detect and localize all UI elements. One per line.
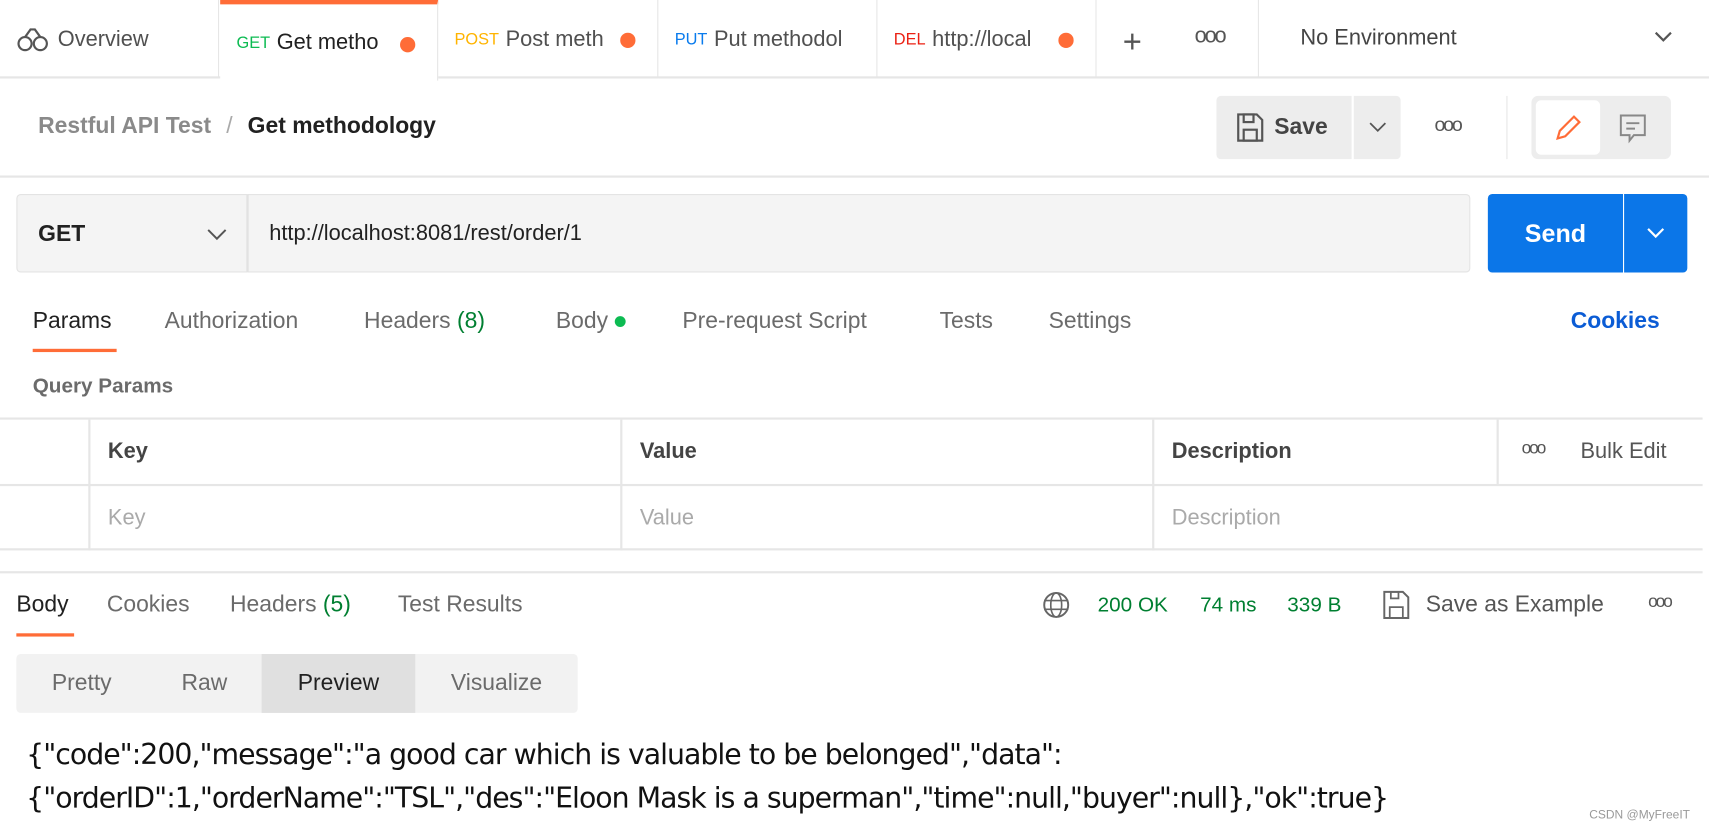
key-input[interactable]: Key [90,486,620,550]
response-time[interactable]: 74 ms [1200,594,1256,618]
response-headers-count: (5) [322,591,351,617]
tab-headers-label: Headers [364,308,451,334]
breadcrumb-collection[interactable]: Restful API Test [38,113,211,138]
page-title[interactable]: Get methodology [248,113,436,138]
save-label: Save [1274,114,1328,140]
send-options-button[interactable] [1624,194,1688,273]
chevron-down-icon [1654,31,1672,42]
chevron-down-icon [1647,228,1665,239]
response-status[interactable]: 200 OK [1098,594,1168,618]
tab-overview[interactable]: Overview [0,0,220,79]
response-tab-test-results[interactable]: Test Results [398,592,523,618]
tab-post-method[interactable]: POST Post meth [438,0,659,79]
watermark: CSDN @MyFreeIT [1589,808,1690,822]
save-as-example-button[interactable]: Save as Example [1382,590,1604,621]
environment-select[interactable]: No Environment [1259,0,1709,78]
tab-label: http://local [932,26,1032,51]
divider [1506,95,1508,160]
breadcrumb-separator: / [226,113,233,139]
unsaved-dot [620,32,636,48]
environment-label: No Environment [1300,26,1457,51]
column-header-value: Value [639,439,697,464]
body-indicator-dot [614,316,626,328]
url-value: http://localhost:8081/rest/order/1 [269,221,582,246]
tab-label: Get metho [276,29,379,54]
response-tab-body[interactable]: Body [16,592,68,618]
new-tab-plus-icon[interactable]: + [1123,24,1142,61]
tab-delete[interactable]: DEL http://local [877,0,1097,79]
column-options-icon[interactable]: ooo [1522,439,1547,459]
tab-settings[interactable]: Settings [1049,308,1132,334]
description-input[interactable]: Description [1154,486,1699,550]
overview-icon [17,28,48,52]
active-tab-indicator [32,348,117,353]
response-body-line: {"code":200,"message":"a good car which … [26,739,1062,772]
unsaved-dot [1058,32,1074,48]
tab-get-methodology[interactable]: GET Get metho [220,0,439,81]
chevron-down-icon [207,229,227,241]
tab-pre-request-script[interactable]: Pre-request Script [682,308,866,334]
response-tab-headers[interactable]: Headers (5) [230,592,351,618]
view-raw[interactable]: Raw [147,654,261,713]
breadcrumb: Restful API Test / Get methodology [38,113,436,139]
view-preview[interactable]: Preview [261,654,416,713]
send-button[interactable]: Send [1487,194,1624,273]
view-visualize[interactable]: Visualize [415,654,577,713]
save-button[interactable]: Save [1216,95,1352,160]
cookies-link[interactable]: Cookies [1571,308,1660,334]
response-body-line: {"orderID":1,"orderName":"TSL","des":"El… [26,782,1389,816]
tab-authorization[interactable]: Authorization [165,308,299,334]
save-icon [1383,590,1410,620]
more-tabs-icon[interactable]: ooo [1195,24,1227,49]
active-tab-indicator [16,633,75,637]
tab-body[interactable]: Body [556,308,626,334]
method-label: DEL [893,29,926,49]
url-input[interactable]: http://localhost:8081/rest/order/1 [247,194,1471,273]
divider [0,571,1703,574]
tab-put-method[interactable]: PUT Put methodol [658,0,878,79]
value-input[interactable]: Value [622,486,1152,550]
comments-icon[interactable] [1619,113,1647,144]
divider [0,175,1709,178]
response-tab-cookies[interactable]: Cookies [107,592,190,618]
view-toggle [1531,95,1671,160]
globe-icon[interactable] [1042,591,1070,619]
tab-label: Put methodol [713,26,843,51]
response-size[interactable]: 339 B [1287,594,1341,618]
response-more-icon[interactable]: ooo [1648,593,1673,613]
save-options-button[interactable] [1353,95,1401,160]
params-table: Key Value Description ooo Bulk Edit Key … [0,417,1703,551]
query-params-title: Query Params [32,374,174,398]
bulk-edit-button[interactable]: Bulk Edit [1563,420,1667,484]
tab-label: Post meth [505,26,604,51]
pencil-icon [1556,115,1581,141]
method-select[interactable]: GET [16,194,248,273]
edit-mode-button[interactable] [1535,100,1601,155]
send-label: Send [1524,218,1587,247]
response-tab-headers-label: Headers [229,591,317,617]
tab-headers[interactable]: Headers (8) [364,308,485,334]
chevron-down-icon [1369,122,1387,133]
method-label: GET [236,33,271,52]
column-header-key: Key [107,439,148,464]
divider [1496,419,1499,484]
tab-body-label: Body [555,308,609,334]
tab-tests[interactable]: Tests [940,308,993,334]
save-icon [1237,113,1264,142]
tab-params[interactable]: Params [33,308,112,334]
save-as-example-label: Save as Example [1425,591,1604,617]
tab-bar: Overview GET Get metho POST Post meth PU… [0,0,1709,81]
unsaved-dot [400,37,416,53]
more-actions-icon[interactable]: ooo [1434,113,1462,136]
method-value: GET [38,221,86,247]
method-label: PUT [674,29,708,49]
column-header-description: Description [1171,439,1292,464]
view-pretty[interactable]: Pretty [16,654,147,713]
method-label: POST [454,29,500,49]
headers-count: (8) [456,308,485,334]
tab-overview-label: Overview [57,26,149,51]
